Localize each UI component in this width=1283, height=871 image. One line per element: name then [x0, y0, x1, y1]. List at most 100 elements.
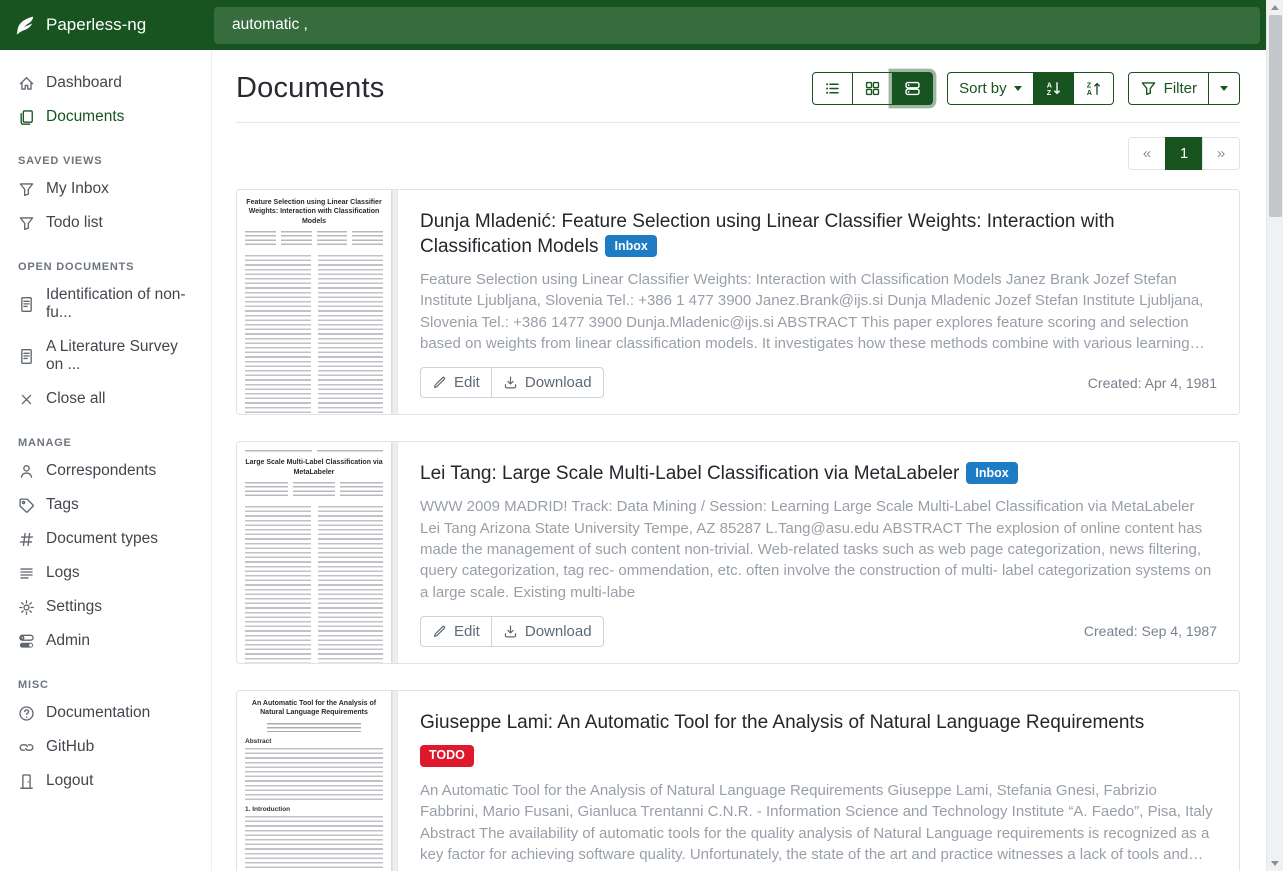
pagination-next-button[interactable]: » [1202, 137, 1240, 170]
pagination: « 1 » [1128, 137, 1240, 170]
download-button[interactable]: Download [491, 367, 604, 398]
thumbnail-title: An Automatic Tool for the Analysis of Na… [245, 699, 383, 718]
edit-button[interactable]: Edit [420, 616, 492, 647]
grid-view-icon [864, 80, 881, 97]
sidebar-item-correspondents[interactable]: Correspondents [0, 454, 211, 488]
document-title-link[interactable]: Dunja Mladenić: Feature Selection using … [420, 209, 1217, 259]
sidebar-item-label: Document types [46, 530, 158, 548]
sidebar-item-label: My Inbox [46, 180, 109, 198]
svg-text:Z: Z [1046, 88, 1051, 97]
sidebar-item-close-all[interactable]: Close all [0, 382, 211, 416]
page-title: Documents [236, 72, 384, 105]
sort-by-dropdown-button[interactable]: Sort by [947, 72, 1034, 105]
card-actions: Edit Download [420, 367, 604, 398]
thumbnail-header [245, 450, 383, 454]
sort-ascending-button[interactable]: ZA [1073, 72, 1114, 105]
sidebar-item-document-types[interactable]: Document types [0, 522, 211, 556]
text-lines-icon [18, 565, 35, 582]
document-thumbnail[interactable]: Feature Selection using Linear Classifie… [237, 190, 398, 414]
sidebar-heading-saved-views: SAVED VIEWS [18, 155, 193, 167]
sidebar-item-logs[interactable]: Logs [0, 556, 211, 590]
house-icon [18, 75, 35, 92]
sidebar-item-settings[interactable]: Settings [0, 590, 211, 624]
thumbnail-text-columns [245, 255, 383, 413]
tag-badge-todo[interactable]: TODO [420, 745, 474, 767]
top-navbar: Paperless-ng [0, 0, 1266, 50]
thumbnail-page: Large Scale Multi-Label Classification v… [237, 442, 391, 663]
sidebar-item-admin[interactable]: Admin [0, 624, 211, 658]
sidebar-item-dashboard[interactable]: Dashboard [0, 66, 211, 100]
sort-by-label: Sort by [959, 80, 1007, 97]
sidebar-item-todo-list[interactable]: Todo list [0, 206, 211, 240]
download-button[interactable]: Download [491, 616, 604, 647]
sidebar-item-open-doc-2[interactable]: A Literature Survey on ... [0, 330, 211, 382]
sidebar-item-label: Logs [46, 564, 80, 582]
sidebar-item-open-doc-1[interactable]: Identification of non-fu... [0, 278, 211, 330]
download-icon [503, 624, 518, 639]
sidebar-item-github[interactable]: GitHub [0, 730, 211, 764]
pagination-row: « 1 » [236, 137, 1240, 170]
sidebar-heading-misc: MISC [18, 679, 193, 691]
document-title-link[interactable]: Giuseppe Lami: An Automatic Tool for the… [420, 710, 1217, 770]
document-title: Dunja Mladenić: Feature Selection using … [420, 211, 1115, 257]
thumbnail-text-columns [245, 506, 383, 663]
documents-icon [18, 109, 35, 126]
hash-icon [18, 531, 35, 548]
thumbnail-text-block [245, 748, 383, 800]
document-thumbnail[interactable]: Large Scale Multi-Label Classification v… [237, 442, 398, 663]
scrollbar-down-arrow[interactable] [1267, 856, 1283, 871]
funnel-icon [1140, 80, 1157, 97]
chevron-down-icon [1220, 86, 1228, 91]
funnel-icon [18, 181, 35, 198]
list-view-button[interactable] [812, 72, 853, 105]
sidebar-item-label: Identification of non-fu... [46, 286, 193, 322]
sidebar-item-label: Tags [46, 496, 79, 514]
document-card-body: Giuseppe Lami: An Automatic Tool for the… [398, 691, 1239, 871]
edit-label: Edit [454, 623, 480, 640]
thumbnail-authors [245, 231, 383, 248]
edit-button[interactable]: Edit [420, 367, 492, 398]
grid-view-button[interactable] [852, 72, 893, 105]
person-icon [18, 463, 35, 480]
created-date: Created: Sep 4, 1987 [1084, 623, 1217, 639]
sort-alpha-up-icon: ZA [1085, 80, 1102, 97]
leaf-logo-icon [15, 15, 36, 36]
scrollbar-up-arrow[interactable] [1267, 0, 1283, 15]
sort-descending-button[interactable]: AZ [1033, 72, 1074, 105]
download-label: Download [525, 374, 592, 391]
sidebar-item-documents[interactable]: Documents [0, 100, 211, 134]
scrollbar-thumb[interactable] [1269, 15, 1282, 217]
document-title-link[interactable]: Lei Tang: Large Scale Multi-Label Classi… [420, 461, 1217, 486]
filter-label: Filter [1164, 80, 1197, 97]
brand-link[interactable]: Paperless-ng [0, 0, 212, 50]
document-snippet: WWW 2009 MADRID! Track: Data Mining / Se… [420, 496, 1217, 602]
document-card: An Automatic Tool for the Analysis of Na… [236, 690, 1240, 871]
document-card: Large Scale Multi-Label Classification v… [236, 441, 1240, 664]
card-actions: Edit Download [420, 616, 604, 647]
file-text-icon [18, 348, 35, 365]
sidebar-item-my-inbox[interactable]: My Inbox [0, 172, 211, 206]
sidebar-item-logout[interactable]: Logout [0, 764, 211, 798]
filter-dropdown-toggle[interactable] [1208, 72, 1240, 105]
document-thumbnail[interactable]: An Automatic Tool for the Analysis of Na… [237, 691, 398, 871]
thumbnail-title: Feature Selection using Linear Classifie… [245, 198, 383, 226]
filter-button[interactable]: Filter [1128, 72, 1209, 105]
pagination-page-1[interactable]: 1 [1165, 137, 1203, 170]
thumbnail-section-heading: Abstract [245, 738, 383, 745]
browser-scrollbar [1266, 0, 1283, 871]
chevron-down-icon [1014, 86, 1022, 91]
sidebar-item-tags[interactable]: Tags [0, 488, 211, 522]
pencil-icon [432, 624, 447, 639]
tag-badge-inbox[interactable]: Inbox [966, 462, 1017, 484]
file-text-icon [18, 296, 35, 313]
thumbnail-text-block [245, 816, 383, 871]
sidebar-item-documentation[interactable]: Documentation [0, 696, 211, 730]
sidebar-item-label: GitHub [46, 738, 94, 756]
sidebar-heading-open-documents: OPEN DOCUMENTS [18, 261, 193, 273]
pagination-prev-button[interactable]: « [1128, 137, 1166, 170]
details-view-button[interactable] [892, 72, 933, 105]
gear-icon [18, 599, 35, 616]
search-input[interactable] [214, 7, 1260, 44]
tag-badge-inbox[interactable]: Inbox [605, 235, 656, 257]
tag-icon [18, 497, 35, 514]
